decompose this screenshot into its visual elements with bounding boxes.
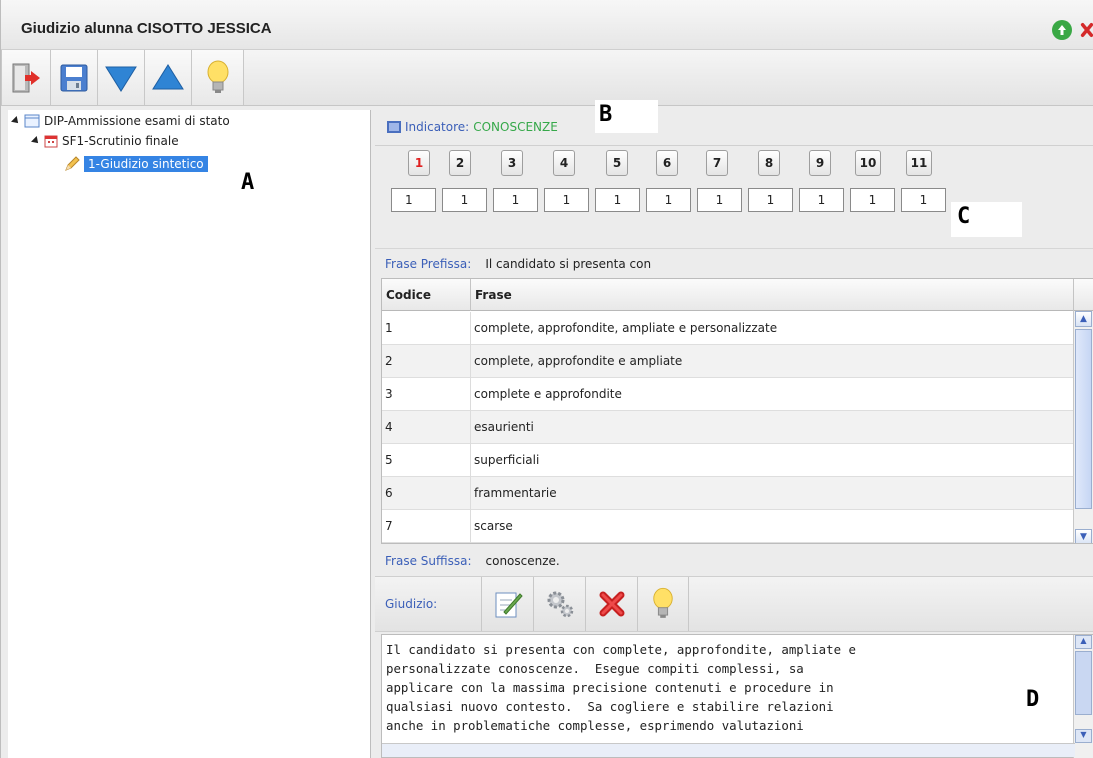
table-row[interactable]: 7 scarse — [382, 510, 1074, 543]
lightbulb-icon — [653, 587, 673, 618]
table-row[interactable]: 6 frammentarie — [382, 477, 1074, 510]
editor-panel: Indicatore: CONOSCENZE B 1 2 3 4 5 6 7 8 … — [375, 100, 1093, 758]
expand-icon[interactable] — [31, 136, 41, 146]
tree-node-leaf[interactable]: 1-Giudizio sintetico — [64, 156, 208, 172]
scroll-down-icon[interactable]: ▼ — [1075, 529, 1092, 543]
scroll-up-icon[interactable]: ▲ — [1075, 311, 1092, 327]
judgment-text[interactable]: Il candidato si presenta con complete, a… — [386, 640, 1056, 735]
expand-icon[interactable] — [11, 116, 21, 126]
hint-judgment-button[interactable] — [637, 577, 689, 631]
level-button-5[interactable]: 5 — [606, 150, 628, 176]
save-button[interactable] — [51, 50, 98, 105]
level-input-11[interactable]: 1 — [901, 188, 946, 212]
refresh-icon[interactable] — [1052, 20, 1072, 40]
level-button-10[interactable]: 10 — [855, 150, 881, 176]
arrow-down-icon — [105, 66, 137, 92]
suffix-label: Frase Suffissa: — [385, 554, 472, 568]
judgment-textarea[interactable]: Il candidato si presenta con complete, a… — [381, 634, 1093, 758]
indicator-icon — [387, 121, 401, 133]
delete-button[interactable] — [585, 577, 637, 631]
tree-node-child-label: SF1-Scrutinio finale — [62, 134, 179, 148]
level-button-9[interactable]: 9 — [809, 150, 831, 176]
level-button-11[interactable]: 11 — [906, 150, 932, 176]
scroll-thumb[interactable] — [1075, 329, 1092, 509]
level-input-5[interactable]: 1 — [595, 188, 640, 212]
move-down-button[interactable] — [98, 50, 145, 105]
pencil-icon — [65, 156, 80, 171]
tree-node-root[interactable]: DIP-Ammissione esami di stato — [11, 114, 230, 128]
save-icon — [60, 64, 88, 91]
level-input-9[interactable]: 1 — [799, 188, 844, 212]
level-input-6[interactable]: 1 — [646, 188, 691, 212]
move-up-button[interactable] — [145, 50, 192, 105]
judgment-hscrollbar[interactable] — [382, 743, 1075, 757]
level-button-8[interactable]: 8 — [758, 150, 780, 176]
hint-button[interactable] — [192, 50, 244, 105]
annotation-d: D — [1022, 685, 1044, 714]
table-row[interactable]: 4 esaurienti — [382, 411, 1074, 444]
edit-judgment-button[interactable] — [481, 577, 533, 631]
judgment-scrollbar[interactable]: ▲ ▼ — [1073, 635, 1093, 758]
level-button-7[interactable]: 7 — [706, 150, 728, 176]
annotation-b: B — [595, 100, 659, 133]
exit-icon — [12, 63, 40, 92]
lightbulb-icon — [207, 60, 228, 93]
giudizio-toolbar: Giudizio: — [375, 576, 1093, 632]
prefix-text: Il candidato si presenta con — [485, 257, 652, 271]
table-row[interactable]: 2 complete, approfondite e ampliate — [382, 345, 1074, 378]
indicator-bar: Indicatore: CONOSCENZE B — [375, 100, 1093, 146]
level-input-8[interactable]: 1 — [748, 188, 793, 212]
level-button-1[interactable]: 1 — [408, 150, 430, 176]
close-icon[interactable] — [1080, 20, 1093, 40]
window-title: Giudizio alunna CISOTTO JESSICA — [21, 20, 272, 37]
table-row[interactable]: 3 complete e approfondite — [382, 378, 1074, 411]
tree-node-root-label: DIP-Ammissione esami di stato — [44, 114, 230, 128]
table-header: Codice Frase — [382, 279, 1093, 311]
level-button-3[interactable]: 3 — [501, 150, 523, 176]
window-controls — [1052, 20, 1093, 40]
column-header-codice[interactable]: Codice — [382, 279, 471, 311]
level-input-2[interactable]: 1 — [442, 188, 487, 212]
level-input-7[interactable]: 1 — [697, 188, 742, 212]
generate-button[interactable] — [533, 577, 585, 631]
exit-button[interactable] — [1, 50, 51, 105]
scroll-thumb[interactable] — [1075, 651, 1092, 715]
prefix-label: Frase Prefissa: — [385, 257, 472, 271]
title-bar: Giudizio alunna CISOTTO JESSICA — [1, 0, 1093, 50]
suffix-text: conoscenze. — [485, 554, 560, 568]
folder-icon — [24, 114, 40, 128]
main-toolbar — [1, 50, 1093, 106]
level-input-3[interactable]: 1 — [493, 188, 538, 212]
tree-panel: DIP-Ammissione esami di stato SF1-Scruti… — [8, 110, 371, 758]
delete-icon — [599, 591, 624, 617]
level-button-6[interactable]: 6 — [656, 150, 678, 176]
scroll-up-icon[interactable]: ▲ — [1075, 635, 1092, 649]
level-button-2[interactable]: 2 — [449, 150, 471, 176]
level-input-10[interactable]: 1 — [850, 188, 895, 212]
edit-document-icon — [495, 592, 523, 618]
table-row[interactable]: 1 complete, approfondite, ampliate e per… — [382, 312, 1074, 345]
suffix-bar: Frase Suffissa: conoscenze. — [375, 546, 1093, 576]
level-button-4[interactable]: 4 — [553, 150, 575, 176]
gears-icon — [547, 591, 573, 618]
scroll-down-icon[interactable]: ▼ — [1075, 729, 1092, 743]
indicator-value: CONOSCENZE — [473, 120, 558, 134]
table-scrollbar[interactable]: ▲ ▼ — [1073, 311, 1093, 543]
indicator-label: Indicatore: CONOSCENZE — [387, 120, 558, 134]
tree-node-child[interactable]: SF1-Scrutinio finale — [31, 134, 179, 148]
level-input-1[interactable]: 1 — [391, 188, 436, 212]
calendar-icon — [44, 135, 58, 148]
phrases-table: Codice Frase 1 complete, approfondite, a… — [381, 278, 1093, 544]
arrow-up-icon — [152, 63, 184, 89]
prefix-bar: Frase Prefissa: Il candidato si presenta… — [375, 248, 1093, 278]
table-row[interactable]: 5 superficiali — [382, 444, 1074, 477]
column-header-frase[interactable]: Frase — [471, 279, 1074, 311]
annotation-c: C — [951, 202, 1023, 237]
column-header-corner — [1074, 279, 1093, 311]
tree-node-leaf-label: 1-Giudizio sintetico — [84, 156, 208, 172]
level-input-4[interactable]: 1 — [544, 188, 589, 212]
annotation-a: A — [241, 170, 255, 195]
giudizio-label: Giudizio: — [385, 597, 438, 611]
dialog-window: Giudizio alunna CISOTTO JESSICA DIP-Ammi… — [0, 0, 1093, 758]
